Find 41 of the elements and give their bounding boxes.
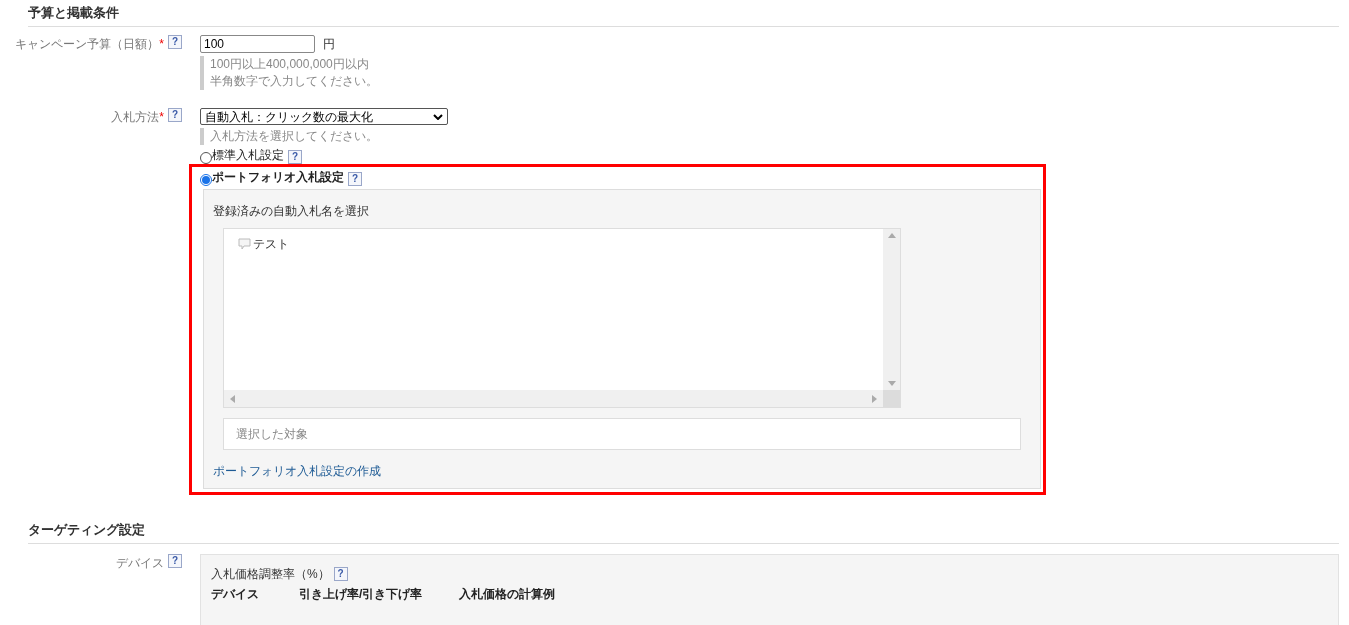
adjust-label: 入札価格調整率（%） — [211, 566, 330, 583]
scroll-left-icon[interactable] — [230, 394, 235, 403]
bid-method-select[interactable]: 自動入札：クリック数の最大化 — [200, 108, 448, 125]
radio-button[interactable] — [200, 152, 212, 164]
selected-target-field[interactable]: 選択した対象 — [223, 418, 1021, 450]
help-icon[interactable]: ? — [168, 35, 182, 49]
help-icon[interactable]: ? — [168, 554, 182, 568]
field-label: キャンペーン予算（日額） — [15, 36, 160, 53]
column-header: 引き上げ率/引き下げ率 — [299, 586, 424, 603]
vertical-scrollbar[interactable] — [883, 229, 900, 390]
list-label: 登録済みの自動入札名を選択 — [213, 204, 369, 218]
unit-text: 円 — [323, 36, 335, 53]
create-portfolio-link[interactable]: ポートフォリオ入札設定の作成 — [213, 464, 381, 478]
scrollbar-corner — [883, 390, 900, 407]
required-mark: * — [159, 36, 164, 53]
budget-field[interactable]: 100 — [200, 35, 315, 53]
column-header: デバイス — [211, 586, 260, 603]
chevron-down-icon — [433, 113, 443, 120]
help-icon[interactable]: ? — [288, 150, 302, 164]
required-mark: * — [159, 109, 164, 126]
comment-icon — [238, 238, 251, 250]
column-header: 入札価格の計算例 — [459, 586, 555, 603]
radio-label[interactable]: ポートフォリオ入札設定 — [212, 168, 344, 186]
radio-button[interactable] — [200, 174, 212, 186]
field-label: デバイス — [116, 555, 164, 572]
section-heading: ターゲティング設定 — [28, 522, 145, 537]
radio-label[interactable]: 標準入札設定 — [212, 146, 284, 164]
section-heading: 予算と掲載条件 — [28, 5, 119, 20]
horizontal-scrollbar[interactable] — [224, 390, 883, 407]
help-icon[interactable]: ? — [348, 172, 362, 186]
bid-strategy-list[interactable]: テスト — [223, 228, 901, 408]
help-icon[interactable]: ? — [168, 108, 182, 122]
hint-text: 100円以上400,000,000円以内 — [210, 56, 370, 73]
help-icon[interactable]: ? — [333, 567, 348, 581]
hint-text: 半角数字で入力してください。 — [210, 73, 378, 90]
field-label: 入札方法 — [111, 109, 160, 126]
scroll-right-icon[interactable] — [872, 394, 877, 403]
hint-text: 入札方法を選択してください。 — [210, 128, 379, 145]
list-item[interactable]: テスト — [253, 235, 289, 253]
scroll-down-icon[interactable] — [887, 381, 896, 386]
scroll-up-icon[interactable] — [887, 233, 896, 238]
